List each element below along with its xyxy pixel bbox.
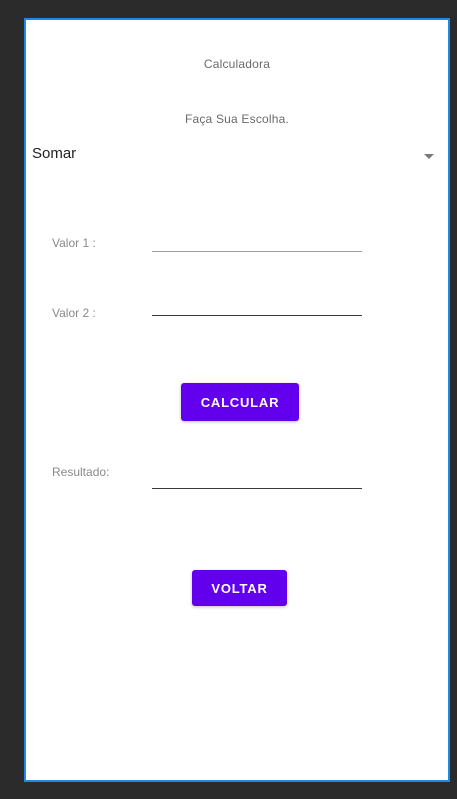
page-title: Calculadora: [203, 57, 271, 71]
value2-input[interactable]: [152, 290, 362, 316]
value2-label: Valor 2 :: [52, 306, 96, 320]
result-label: Resultado:: [52, 465, 110, 479]
calculate-button[interactable]: CALCULAR: [181, 383, 299, 421]
app-screen: Calculadora Faça Sua Escolha. Somar Valo…: [24, 18, 450, 782]
device-frame: Calculadora Faça Sua Escolha. Somar Valo…: [0, 0, 457, 799]
result-field[interactable]: [152, 463, 362, 489]
value1-label: Valor 1 :: [52, 236, 96, 250]
operation-dropdown[interactable]: Somar: [26, 132, 450, 168]
page-subtitle: Faça Sua Escolha.: [184, 112, 290, 126]
operation-selected-value: Somar: [32, 145, 77, 162]
back-button[interactable]: VOLTAR: [192, 570, 287, 606]
value1-input[interactable]: [152, 226, 362, 252]
dropdown-arrow-icon: [424, 154, 434, 159]
